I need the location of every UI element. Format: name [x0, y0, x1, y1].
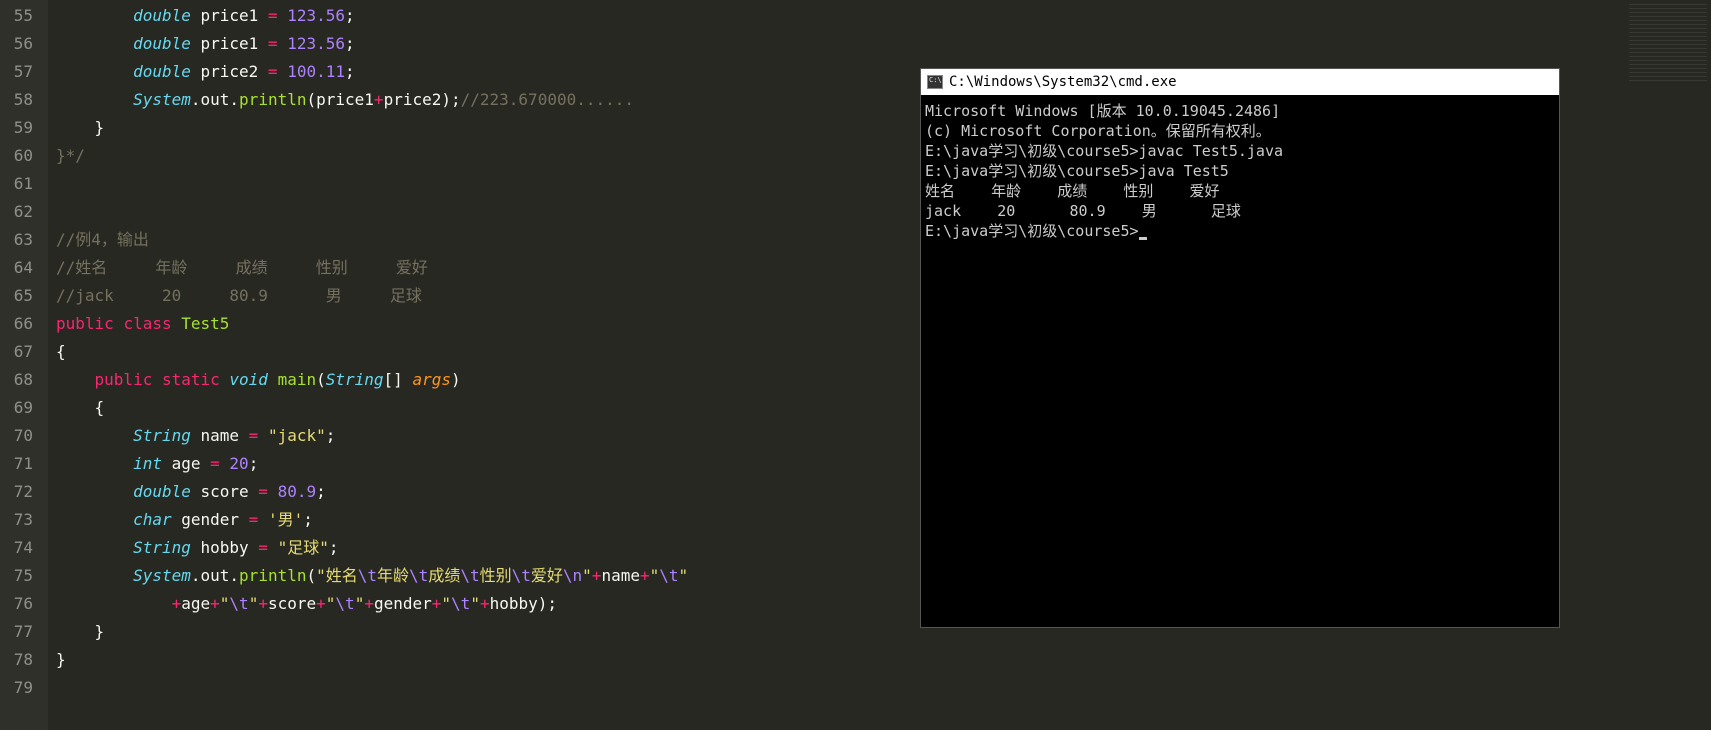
line-number: 58 — [5, 86, 33, 114]
line-number-gutter: 5556575859606162636465666768697071727374… — [0, 0, 48, 730]
code-line[interactable]: double price1 = 123.56; — [56, 2, 1711, 30]
line-number: 55 — [5, 2, 33, 30]
terminal-body[interactable]: Microsoft Windows [版本 10.0.19045.2486](c… — [921, 95, 1559, 247]
code-line[interactable]: } — [56, 646, 1711, 674]
line-number: 60 — [5, 142, 33, 170]
code-line[interactable] — [56, 674, 1711, 702]
line-number: 77 — [5, 618, 33, 646]
line-number: 59 — [5, 114, 33, 142]
line-number: 57 — [5, 58, 33, 86]
minimap[interactable] — [1629, 4, 1707, 84]
terminal-titlebar[interactable]: C:\Windows\System32\cmd.exe — [921, 69, 1559, 95]
line-number: 62 — [5, 198, 33, 226]
line-number: 63 — [5, 226, 33, 254]
line-number: 76 — [5, 590, 33, 618]
terminal-line: 姓名 年龄 成绩 性别 爱好 — [925, 181, 1555, 201]
terminal-line: E:\java学习\初级\course5>javac Test5.java — [925, 141, 1555, 161]
line-number: 73 — [5, 506, 33, 534]
terminal-line: E:\java学习\初级\course5> — [925, 221, 1555, 241]
line-number: 56 — [5, 30, 33, 58]
line-number: 75 — [5, 562, 33, 590]
line-number: 74 — [5, 534, 33, 562]
line-number: 70 — [5, 422, 33, 450]
line-number: 69 — [5, 394, 33, 422]
terminal-line: jack 20 80.9 男 足球 — [925, 201, 1555, 221]
terminal-cursor — [1139, 237, 1147, 240]
line-number: 71 — [5, 450, 33, 478]
line-number: 68 — [5, 366, 33, 394]
terminal-title: C:\Windows\System32\cmd.exe — [949, 74, 1177, 90]
line-number: 66 — [5, 310, 33, 338]
terminal-line: E:\java学习\初级\course5>java Test5 — [925, 161, 1555, 181]
line-number: 79 — [5, 674, 33, 702]
terminal-window[interactable]: C:\Windows\System32\cmd.exe Microsoft Wi… — [920, 68, 1560, 628]
line-number: 67 — [5, 338, 33, 366]
line-number: 72 — [5, 478, 33, 506]
terminal-line: Microsoft Windows [版本 10.0.19045.2486] — [925, 101, 1555, 121]
cmd-icon — [927, 75, 943, 89]
terminal-line: (c) Microsoft Corporation。保留所有权利。 — [925, 121, 1555, 141]
line-number: 78 — [5, 646, 33, 674]
code-line[interactable]: double price1 = 123.56; — [56, 30, 1711, 58]
line-number: 61 — [5, 170, 33, 198]
line-number: 64 — [5, 254, 33, 282]
line-number: 65 — [5, 282, 33, 310]
